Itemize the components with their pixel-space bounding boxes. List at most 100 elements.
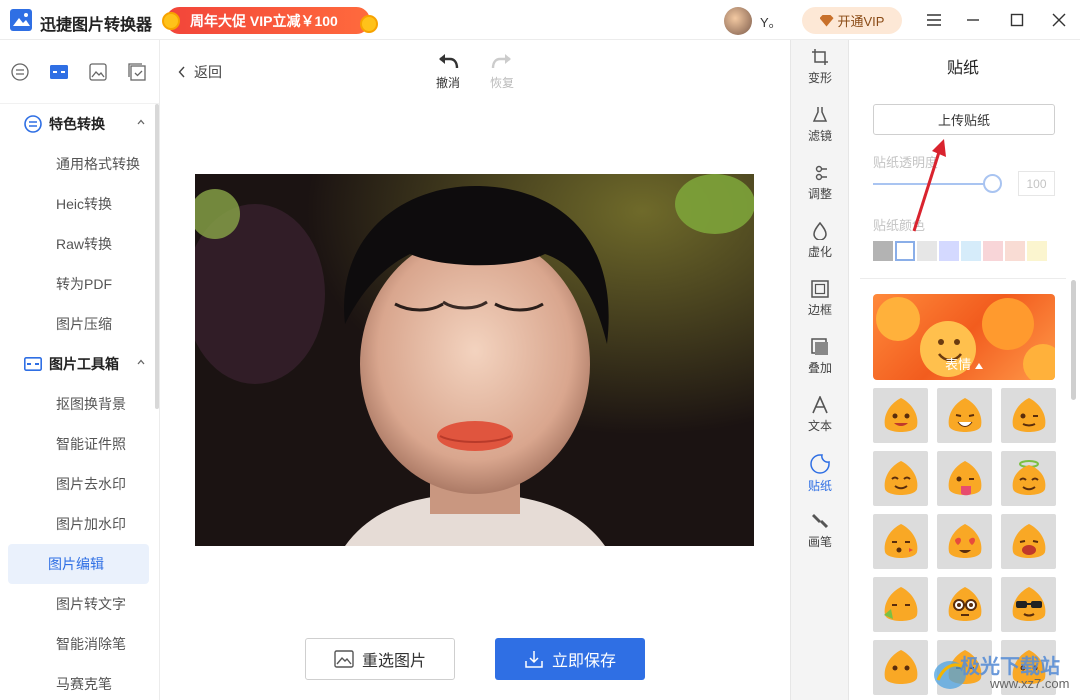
emoji-sticker[interactable] [1001, 577, 1056, 632]
group-special-convert[interactable]: 特色转换 [0, 104, 159, 144]
tool-column: 变形 滤镜 调整 虚化 边框 叠加 文本 贴纸 画笔 [790, 40, 849, 700]
banner-label: 表情 [873, 354, 1055, 373]
emoji-sticker[interactable] [873, 514, 928, 569]
sidebar-item[interactable]: 通用格式转换 [8, 144, 149, 184]
emoji-sticker[interactable] [937, 514, 992, 569]
upload-sticker-button[interactable]: 上传贴纸 [873, 104, 1055, 135]
back-label: 返回 [194, 64, 222, 80]
sidebar-item[interactable]: 马赛克笔 [8, 664, 149, 700]
emoji-sticker[interactable] [1001, 388, 1056, 443]
sidebar-item[interactable]: 图片转文字 [8, 584, 149, 624]
opacity-value-field[interactable]: 100 [1018, 171, 1055, 196]
minimize-icon[interactable] [963, 10, 983, 30]
frame-icon [811, 280, 829, 298]
sidebar-item[interactable]: 图片去水印 [8, 464, 149, 504]
tool-text[interactable]: 文本 [791, 396, 849, 434]
undo-label: 撤消 [435, 76, 460, 90]
layers-icon [811, 338, 828, 355]
sidebar-item[interactable]: 图片加水印 [8, 504, 149, 544]
brush-icon [812, 514, 829, 529]
panel-scrollbar[interactable] [1071, 280, 1076, 400]
reselect-image-button[interactable]: 重选图片 [305, 638, 455, 680]
emoji-sticker[interactable] [873, 577, 928, 632]
emoji-sticker[interactable] [937, 388, 992, 443]
color-swatch[interactable] [961, 241, 981, 261]
color-swatch[interactable] [939, 241, 959, 261]
sidebar-item[interactable]: Raw转换 [8, 224, 149, 264]
sidebar-item[interactable]: 抠图换背景 [8, 384, 149, 424]
crop-icon [812, 49, 828, 65]
tool-label: 边框 [807, 303, 832, 317]
chevron-left-icon [178, 66, 185, 78]
vip-button[interactable]: 开通VIP [802, 7, 902, 34]
tool-blur[interactable]: 虚化 [791, 222, 849, 260]
download-icon [525, 651, 543, 668]
opacity-slider-thumb[interactable] [983, 174, 1002, 193]
tool-label: 滤镜 [807, 129, 832, 143]
menu-icon[interactable] [924, 10, 944, 30]
color-swatch[interactable] [917, 241, 937, 261]
sidebar-item[interactable]: 智能消除笔 [8, 624, 149, 664]
category-banner-emoji[interactable]: 表情 [873, 294, 1055, 380]
color-swatch[interactable] [983, 241, 1003, 261]
vip-gem-icon [819, 14, 834, 27]
convert-tab-icon[interactable] [10, 62, 30, 82]
sticker-icon [810, 454, 830, 474]
emoji-sticker[interactable] [873, 388, 928, 443]
tool-label: 画笔 [807, 535, 832, 549]
emoji-sticker[interactable] [1001, 514, 1056, 569]
watermark-brand: 极光下载站 [960, 656, 1060, 678]
color-swatch-selected[interactable] [895, 241, 915, 261]
user-name[interactable]: Y。 [760, 12, 782, 31]
emoji-sticker[interactable] [1001, 451, 1056, 506]
tool-sticker[interactable]: 贴纸 [791, 454, 849, 494]
check-tab-icon[interactable] [127, 62, 147, 82]
maximize-icon[interactable] [1007, 10, 1027, 30]
tool-label: 虚化 [807, 245, 832, 259]
emoji-sticker[interactable] [873, 640, 928, 695]
emoji-sticker[interactable] [937, 451, 992, 506]
banner-text: 表情 [945, 357, 972, 372]
toolbox-tab-icon[interactable] [49, 62, 69, 82]
sidebar-item[interactable]: 智能证件照 [8, 424, 149, 464]
editor-canvas: 返回 撤消 恢复 重选图片 立即保存 [160, 40, 790, 700]
tool-border[interactable]: 边框 [791, 280, 849, 318]
sidebar-item-image-edit[interactable]: 图片编辑 [8, 544, 149, 584]
sidebar-item[interactable]: Heic转换 [8, 184, 149, 224]
tool-label: 贴纸 [807, 479, 832, 493]
panel-title: 贴纸 [946, 60, 979, 77]
image-tab-icon[interactable] [88, 62, 108, 82]
tool-label: 调整 [807, 187, 832, 201]
sidebar-item[interactable]: 图片压缩 [8, 304, 149, 344]
reselect-label: 重选图片 [361, 653, 426, 670]
group-toolbox[interactable]: 图片工具箱 [0, 344, 159, 384]
app-title: 迅捷图片转换器 [40, 17, 153, 34]
chevron-up-icon [137, 359, 145, 365]
avatar[interactable] [724, 7, 752, 35]
undo-button[interactable]: 撤消 [428, 52, 468, 91]
promo-banner[interactable]: 周年大促 VIP立减￥100 [162, 7, 378, 34]
tool-brush[interactable]: 画笔 [791, 512, 849, 550]
edit-photo[interactable] [195, 174, 754, 546]
tool-label: 变形 [807, 71, 832, 85]
color-swatch[interactable] [873, 241, 893, 261]
tool-filter[interactable]: 滤镜 [791, 106, 849, 144]
emoji-sticker[interactable] [937, 577, 992, 632]
back-button[interactable]: 返回 [178, 62, 222, 82]
caret-up-icon [974, 363, 983, 369]
redo-button[interactable]: 恢复 [482, 52, 522, 91]
tool-transform[interactable]: 变形 [791, 48, 849, 86]
text-icon [812, 396, 828, 414]
tool-overlay[interactable]: 叠加 [791, 338, 849, 376]
color-swatch[interactable] [1027, 241, 1047, 261]
annotation-arrow-icon [912, 139, 946, 232]
drop-icon [813, 222, 827, 240]
sidebar-tabs [0, 40, 159, 104]
color-swatch[interactable] [1005, 241, 1025, 261]
emoji-sticker[interactable] [873, 451, 928, 506]
tool-adjust[interactable]: 调整 [791, 164, 849, 202]
save-button[interactable]: 立即保存 [495, 638, 645, 680]
color-swatches [873, 241, 1047, 261]
close-icon[interactable] [1049, 10, 1069, 30]
sidebar-item[interactable]: 转为PDF [8, 264, 149, 304]
